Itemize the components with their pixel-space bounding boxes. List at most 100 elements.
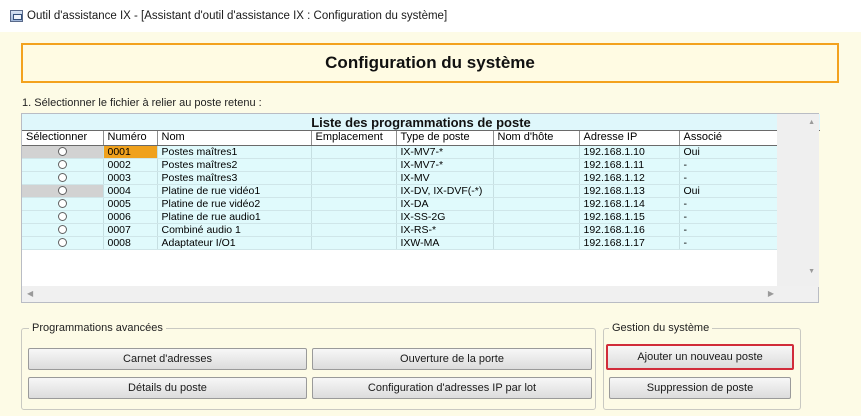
select-radio[interactable] xyxy=(57,173,67,183)
door-release-button[interactable]: Ouverture de la porte xyxy=(312,348,592,370)
column-header-numero[interactable]: Numéro xyxy=(103,131,158,146)
cell-nom: Adaptateur I/O1 xyxy=(157,236,312,250)
scroll-right-icon[interactable]: ▶ xyxy=(768,289,774,298)
column-header-ip[interactable]: Adresse IP xyxy=(579,131,680,146)
scroll-up-icon[interactable]: ▲ xyxy=(808,119,815,126)
select-cell[interactable] xyxy=(22,210,104,224)
table-header-row: Sélectionner Numéro Nom Emplacement Type… xyxy=(22,131,778,146)
system-management-group: Gestion du système Ajouter un nouveau po… xyxy=(603,322,801,410)
table-row[interactable]: 0004 Platine de rue vidéo1 IX-DV, IX-DVF… xyxy=(22,184,778,198)
cell-type: IXW-MA xyxy=(396,236,494,250)
scroll-down-icon[interactable]: ▼ xyxy=(808,268,815,275)
cell-type: IX-MV7-* xyxy=(396,145,494,159)
select-cell[interactable] xyxy=(22,184,104,198)
station-grid: Sélectionner Numéro Nom Emplacement Type… xyxy=(22,131,778,287)
advanced-settings-group: Programmations avancées Carnet d'adresse… xyxy=(21,322,596,410)
cell-hote xyxy=(493,236,580,250)
cell-ip: 192.168.1.10 xyxy=(579,145,680,159)
table-row[interactable]: 0007 Combiné audio 1 IX-RS-* 192.168.1.1… xyxy=(22,223,778,237)
select-radio[interactable] xyxy=(57,225,67,235)
cell-type: IX-RS-* xyxy=(396,223,494,237)
cell-ip: 192.168.1.15 xyxy=(579,210,680,224)
column-header-selectionner[interactable]: Sélectionner xyxy=(22,131,104,146)
cell-ip: 192.168.1.14 xyxy=(579,197,680,211)
cell-type: IX-DV, IX-DVF(-*) xyxy=(396,184,494,198)
cell-numero: 0001 xyxy=(103,145,158,159)
vertical-scrollbar[interactable]: ▲ ▼ xyxy=(777,114,819,287)
cell-nom: Postes maîtres3 xyxy=(157,171,312,185)
station-details-button[interactable]: Détails du poste xyxy=(28,377,307,399)
cell-hote xyxy=(493,223,580,237)
cell-nom: Platine de rue vidéo1 xyxy=(157,184,312,198)
cell-hote xyxy=(493,145,580,159)
cell-type: IX-MV7-* xyxy=(396,158,494,172)
cell-emplacement xyxy=(311,184,397,198)
station-table: Sélectionner Numéro Nom Emplacement Type… xyxy=(22,131,778,250)
table-row[interactable]: 0005 Platine de rue vidéo2 IX-DA 192.168… xyxy=(22,197,778,211)
column-header-emplacement[interactable]: Emplacement xyxy=(311,131,397,146)
cell-nom: Postes maîtres1 xyxy=(157,145,312,159)
cell-hote xyxy=(493,171,580,185)
select-radio[interactable] xyxy=(57,199,67,209)
select-cell[interactable] xyxy=(22,223,104,237)
address-book-button[interactable]: Carnet d'adresses xyxy=(28,348,307,370)
select-radio[interactable] xyxy=(57,147,67,157)
page-header: Configuration du système xyxy=(21,43,839,83)
advanced-settings-label: Programmations avancées xyxy=(29,322,166,334)
select-cell[interactable] xyxy=(22,145,104,159)
horizontal-scrollbar[interactable]: ◀ ▶ xyxy=(22,286,818,302)
system-management-label: Gestion du système xyxy=(609,322,713,334)
cell-nom: Postes maîtres2 xyxy=(157,158,312,172)
cell-associe: - xyxy=(679,210,778,224)
table-row[interactable]: 0006 Platine de rue audio1 IX-SS-2G 192.… xyxy=(22,210,778,224)
delete-station-button[interactable]: Suppression de poste xyxy=(609,377,791,399)
cell-type: IX-SS-2G xyxy=(396,210,494,224)
select-radio[interactable] xyxy=(57,186,67,196)
cell-hote xyxy=(493,210,580,224)
cell-ip: 192.168.1.17 xyxy=(579,236,680,250)
window-titlebar: Outil d'assistance IX - [Assistant d'out… xyxy=(0,0,861,32)
station-list-panel: Liste des programmations de poste Sélect… xyxy=(21,113,820,303)
cell-emplacement xyxy=(311,158,397,172)
table-row[interactable]: 0003 Postes maîtres3 IX-MV 192.168.1.12 … xyxy=(22,171,778,185)
table-row[interactable]: 0002 Postes maîtres2 IX-MV7-* 192.168.1.… xyxy=(22,158,778,172)
select-cell[interactable] xyxy=(22,197,104,211)
select-radio[interactable] xyxy=(57,212,67,222)
cell-emplacement xyxy=(311,223,397,237)
select-cell[interactable] xyxy=(22,236,104,250)
cell-numero: 0005 xyxy=(103,197,158,211)
app-window-icon xyxy=(10,10,23,22)
cell-associe: Oui xyxy=(679,184,778,198)
cell-associe: - xyxy=(679,158,778,172)
scroll-left-icon[interactable]: ◀ xyxy=(27,289,33,298)
cell-emplacement xyxy=(311,145,397,159)
cell-ip: 192.168.1.13 xyxy=(579,184,680,198)
cell-nom: Platine de rue audio1 xyxy=(157,210,312,224)
cell-numero: 0002 xyxy=(103,158,158,172)
cell-type: IX-DA xyxy=(396,197,494,211)
select-cell[interactable] xyxy=(22,171,104,185)
batch-ip-config-button[interactable]: Configuration d'adresses IP par lot xyxy=(312,377,592,399)
cell-emplacement xyxy=(311,210,397,224)
cell-nom: Combiné audio 1 xyxy=(157,223,312,237)
cell-hote xyxy=(493,197,580,211)
page-title: Configuration du système xyxy=(325,53,535,72)
select-radio[interactable] xyxy=(57,160,67,170)
cell-associe: - xyxy=(679,236,778,250)
station-list-title: Liste des programmations de poste xyxy=(22,114,820,131)
select-radio[interactable] xyxy=(57,238,67,248)
column-header-hote[interactable]: Nom d'hôte xyxy=(493,131,580,146)
column-header-type[interactable]: Type de poste xyxy=(396,131,494,146)
select-cell[interactable] xyxy=(22,158,104,172)
table-row[interactable]: 0001 Postes maîtres1 IX-MV7-* 192.168.1.… xyxy=(22,145,778,159)
column-header-associe[interactable]: Associé xyxy=(679,131,778,146)
cell-emplacement xyxy=(311,236,397,250)
add-station-button[interactable]: Ajouter un nouveau poste xyxy=(606,344,794,370)
cell-emplacement xyxy=(311,197,397,211)
cell-emplacement xyxy=(311,171,397,185)
column-header-nom[interactable]: Nom xyxy=(157,131,312,146)
cell-associe: - xyxy=(679,171,778,185)
cell-numero: 0003 xyxy=(103,171,158,185)
table-row[interactable]: 0008 Adaptateur I/O1 IXW-MA 192.168.1.17… xyxy=(22,236,778,250)
cell-numero: 0007 xyxy=(103,223,158,237)
